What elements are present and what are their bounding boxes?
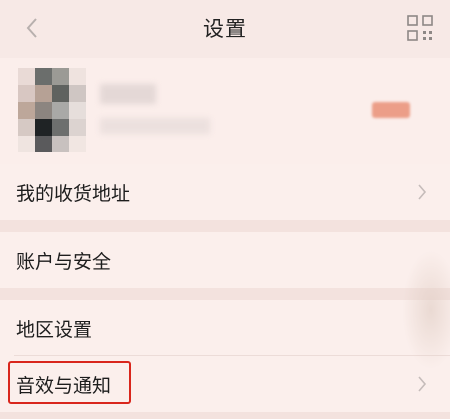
section-gap (0, 412, 450, 419)
top-bar: 设置 (0, 0, 450, 56)
watermark-blur (402, 250, 450, 370)
username-blurred (100, 84, 156, 104)
section-gap (0, 220, 450, 232)
menu-item-region-settings[interactable]: 地区设置 (0, 300, 450, 356)
profile-card[interactable] (0, 58, 450, 164)
menu-item-label: 账户与安全 (16, 250, 112, 273)
menu-item-label: 地区设置 (16, 318, 93, 341)
member-badge (372, 102, 410, 118)
account-info-blurred (100, 118, 210, 134)
chevron-right-icon (412, 182, 432, 202)
menu-item-label: 我的收货地址 (16, 182, 131, 205)
qr-code-button[interactable] (406, 14, 434, 42)
avatar[interactable] (18, 68, 86, 152)
back-button[interactable] (18, 14, 46, 42)
menu-item-account-security[interactable]: 账户与安全 (0, 232, 450, 288)
chevron-left-icon (26, 18, 37, 38)
menu-item-shipping-address[interactable]: 我的收货地址 (0, 164, 450, 220)
qr-code-icon (407, 15, 433, 41)
page-title: 设置 (203, 17, 247, 41)
section-gap (0, 288, 450, 300)
chevron-right-icon (412, 374, 432, 394)
highlight-annotation (8, 361, 131, 404)
